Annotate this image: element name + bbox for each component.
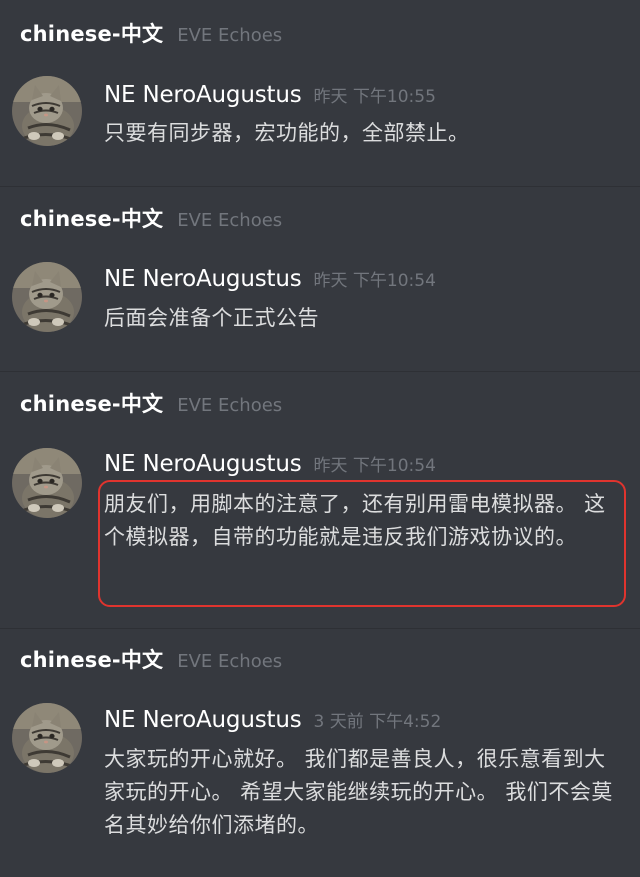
timestamp: 昨天 下午10:54: [313, 271, 436, 291]
divider: [0, 371, 640, 372]
message-meta: NE NeroAugustus 3 天前 下午4:52: [104, 707, 441, 737]
channel-header[interactable]: chinese-中文 EVE Echoes: [20, 203, 282, 233]
message-text: 朋友们，用脚本的注意了，还有别用雷电模拟器。 这个模拟器，自带的功能就是违反我们…: [104, 492, 606, 549]
message-text: 大家玩的开心就好。 我们都是善良人，很乐意看到大家玩的开心。 希望大家能继续玩的…: [104, 747, 613, 837]
channel-name[interactable]: chinese-中文: [20, 18, 163, 48]
author-name[interactable]: NE NeroAugustus: [104, 266, 302, 292]
cat-avatar-icon[interactable]: [12, 448, 82, 518]
message-meta: NE NeroAugustus 昨天 下午10:54: [104, 266, 436, 296]
channel-header[interactable]: chinese-中文 EVE Echoes: [20, 644, 282, 674]
timestamp: 昨天 下午10:54: [313, 456, 436, 476]
server-name: EVE Echoes: [177, 25, 283, 46]
cat-avatar-icon[interactable]: [12, 262, 82, 332]
author-name[interactable]: NE NeroAugustus: [104, 451, 302, 477]
message-text: 后面会准备个正式公告: [104, 306, 319, 330]
message-meta: NE NeroAugustus 昨天 下午10:55: [104, 82, 436, 112]
cat-avatar-icon[interactable]: [12, 76, 82, 146]
server-name: EVE Echoes: [177, 210, 283, 231]
cat-avatar-icon[interactable]: [12, 703, 82, 773]
channel-header[interactable]: chinese-中文 EVE Echoes: [20, 388, 282, 418]
channel-name[interactable]: chinese-中文: [20, 203, 163, 233]
message-text: 只要有同步器，宏功能的，全部禁止。: [104, 121, 470, 145]
author-name[interactable]: NE NeroAugustus: [104, 707, 302, 733]
cat-avatar-graphic: [12, 703, 82, 773]
server-name: EVE Echoes: [177, 395, 283, 416]
cat-avatar-graphic: [12, 262, 82, 332]
divider: [0, 186, 640, 187]
cat-avatar-graphic: [12, 76, 82, 146]
channel-name[interactable]: chinese-中文: [20, 644, 163, 674]
author-name[interactable]: NE NeroAugustus: [104, 82, 302, 108]
channel-name[interactable]: chinese-中文: [20, 388, 163, 418]
cat-avatar-graphic: [12, 448, 82, 518]
timestamp: 3 天前 下午4:52: [313, 712, 442, 732]
message-meta: NE NeroAugustus 昨天 下午10:54: [104, 451, 436, 481]
timestamp: 昨天 下午10:55: [313, 87, 436, 107]
server-name: EVE Echoes: [177, 651, 283, 672]
divider: [0, 628, 640, 629]
channel-header[interactable]: chinese-中文 EVE Echoes: [20, 18, 282, 48]
